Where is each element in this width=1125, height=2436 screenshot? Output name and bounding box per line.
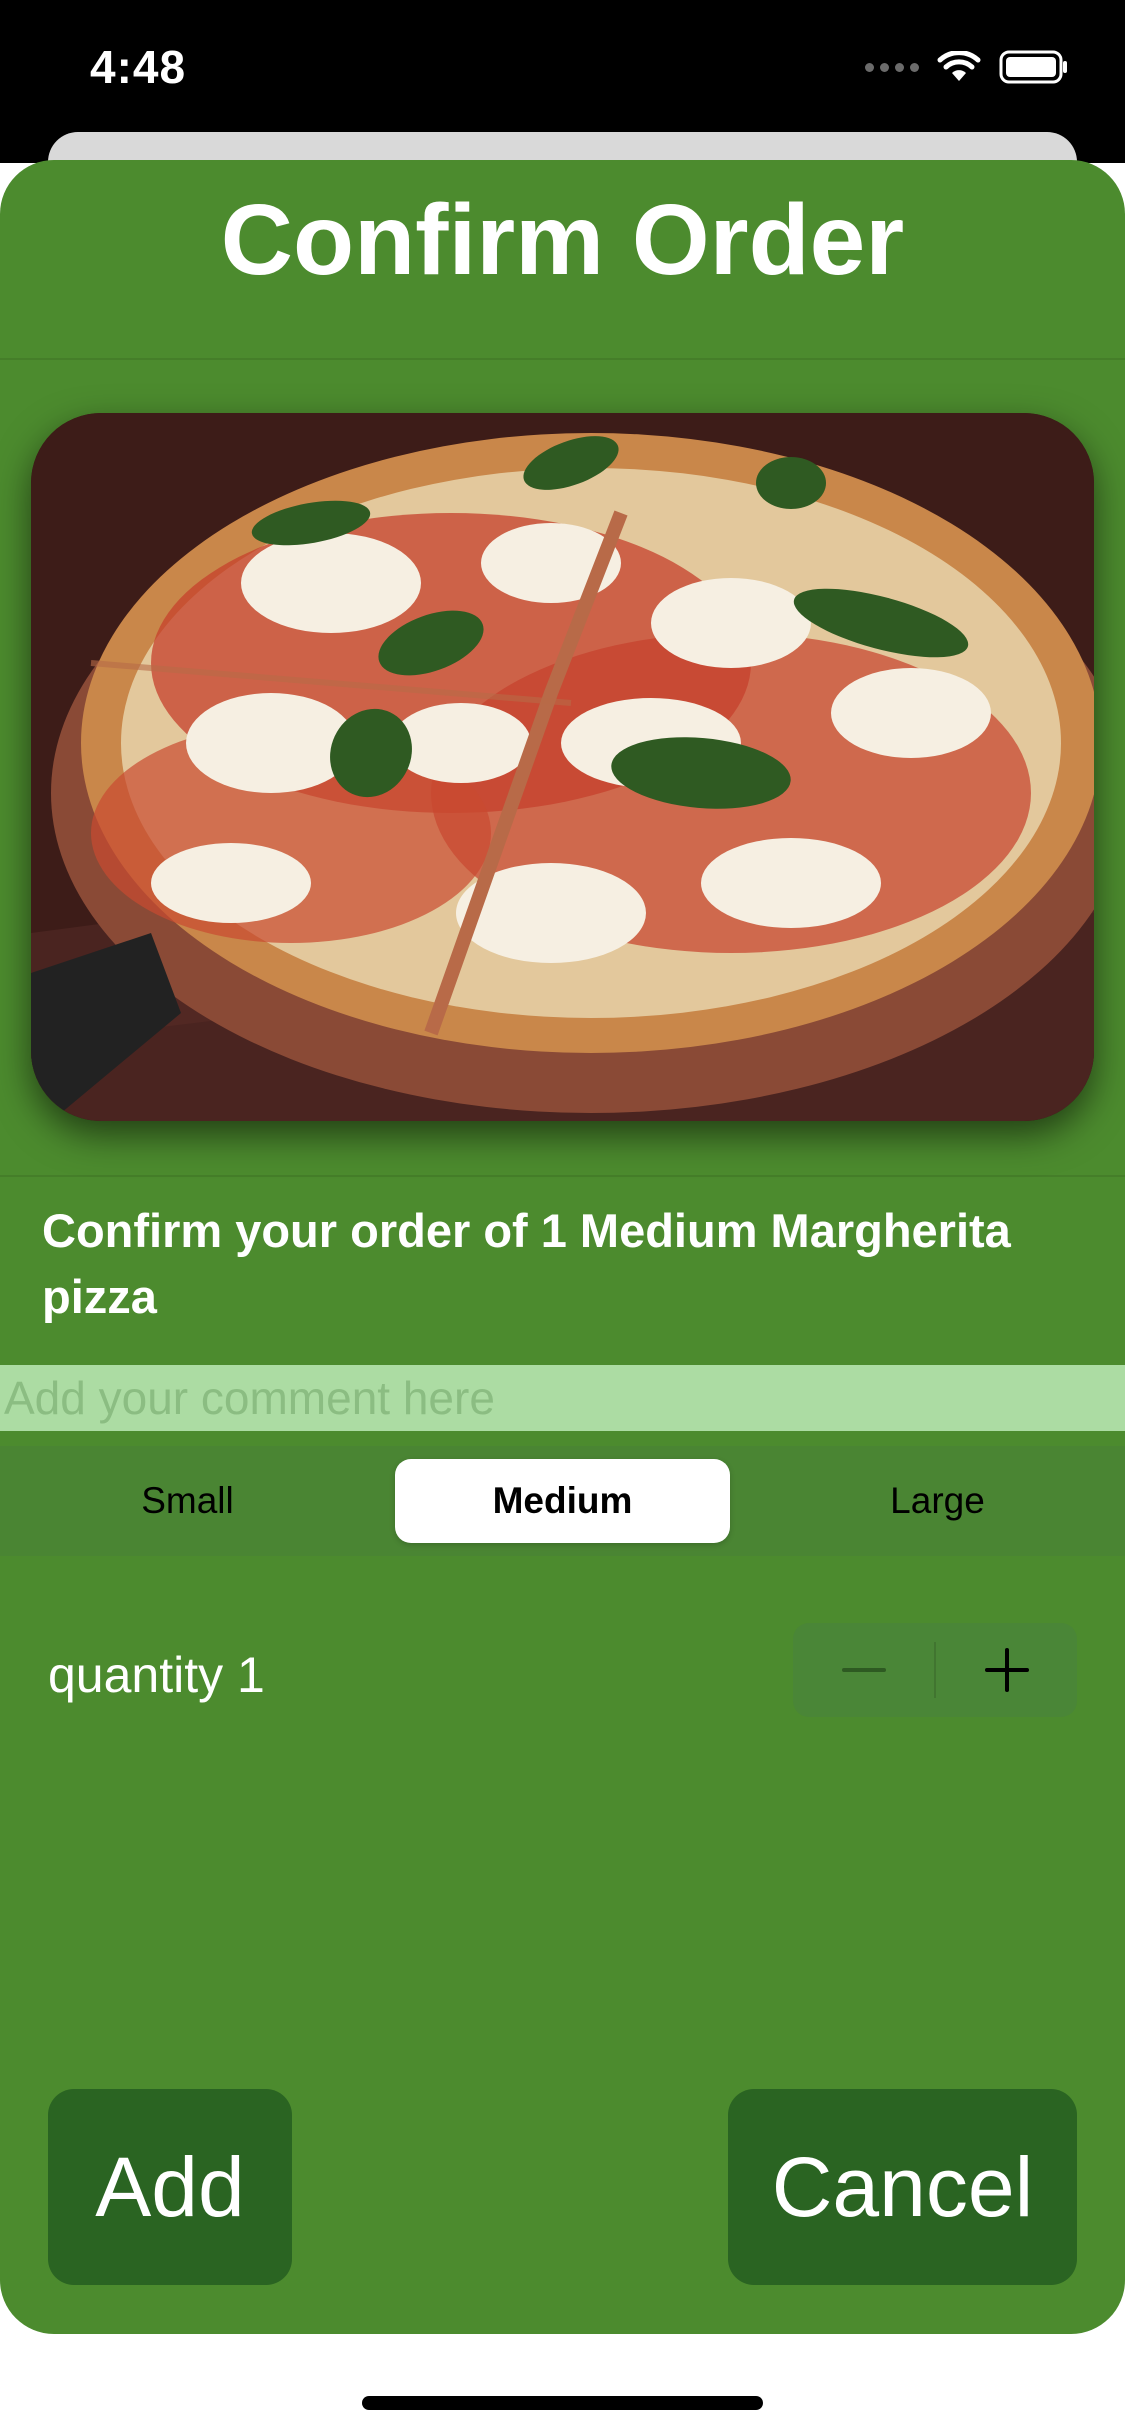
cancel-button[interactable]: Cancel xyxy=(728,2089,1077,2285)
size-option-small[interactable]: Small xyxy=(20,1459,355,1543)
status-icons xyxy=(865,50,1069,84)
page-title: Confirm Order xyxy=(220,184,905,296)
wifi-icon xyxy=(937,51,981,83)
divider xyxy=(0,1175,1125,1177)
plus-icon xyxy=(984,1648,1029,1692)
add-button[interactable]: Add xyxy=(48,2089,292,2285)
confirm-order-sheet: Confirm Order Confirm your order of 1 Me… xyxy=(0,160,1125,2334)
divider xyxy=(0,358,1125,360)
signal-dots-icon xyxy=(865,62,919,72)
size-option-large[interactable]: Large xyxy=(770,1459,1105,1543)
minus-icon xyxy=(841,1668,886,1672)
quantity-label: quantity 1 xyxy=(48,1647,265,1703)
quantity-stepper xyxy=(793,1623,1077,1717)
decrement-button[interactable] xyxy=(793,1623,934,1717)
size-segmented-control: Small Medium Large xyxy=(0,1446,1125,1556)
battery-icon xyxy=(999,50,1069,84)
comment-input[interactable] xyxy=(0,1365,1125,1431)
increment-button[interactable] xyxy=(936,1623,1077,1717)
pizza-image xyxy=(31,413,1094,1121)
order-summary-text: Confirm your order of 1 Medium Margherit… xyxy=(42,1204,1011,1323)
size-option-medium[interactable]: Medium xyxy=(395,1459,730,1543)
home-indicator[interactable] xyxy=(362,2396,763,2410)
status-time: 4:48 xyxy=(90,41,187,93)
